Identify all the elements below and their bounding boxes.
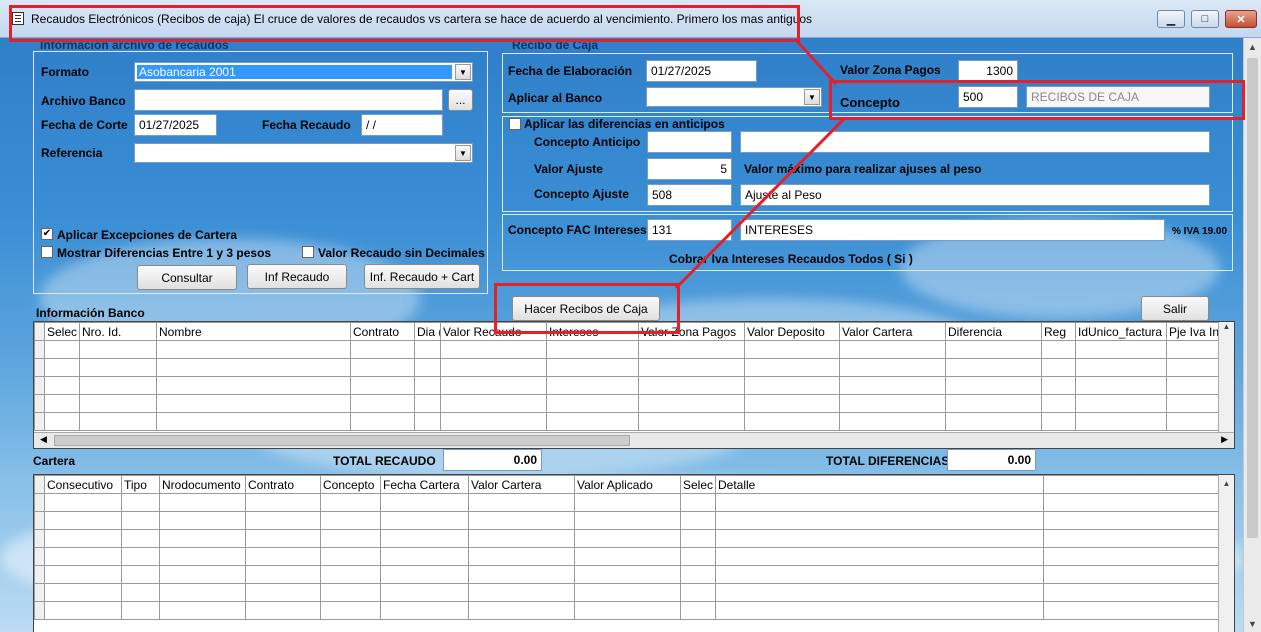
- annotation-arrows: [674, 38, 847, 290]
